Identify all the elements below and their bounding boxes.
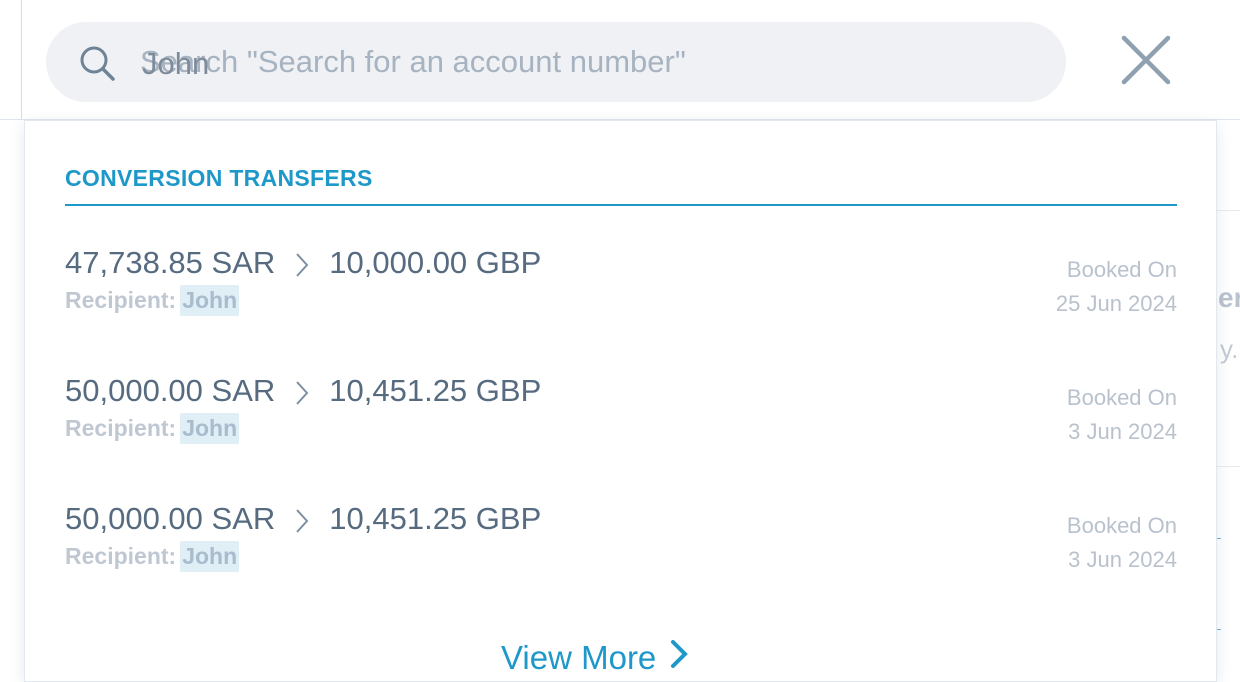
booked-label: Booked On: [1066, 513, 1177, 538]
booked-label: Booked On: [1066, 385, 1177, 410]
from-amount: 50,000.00 SAR: [65, 373, 276, 408]
from-amount: 50,000.00 SAR: [65, 501, 276, 536]
section-title: CONVERSION TRANSFERS: [65, 165, 373, 191]
chevron-right-icon: [295, 378, 309, 405]
recipient-line: Recipient: John: [65, 541, 240, 572]
recipient-label: Recipient:: [65, 543, 177, 569]
transfer-result-row[interactable]: 50,000.00 SAR 10,451.25 GBP Recipient: J…: [65, 499, 1177, 599]
to-amount: 10,451.25 GBP: [329, 373, 542, 408]
divider-vertical: [21, 0, 22, 120]
recipient-name: John: [180, 541, 240, 572]
booked-date: 25 Jun 2024: [1055, 291, 1177, 316]
amount-line: 50,000.00 SAR 10,451.25 GBP: [65, 499, 541, 539]
search-icon: [78, 44, 116, 82]
amount-line: 47,738.85 SAR 10,000.00 GBP: [65, 243, 541, 283]
recipient-name: John: [180, 413, 240, 444]
chevron-right-icon: [295, 250, 309, 277]
from-amount: 47,738.85 SAR: [65, 245, 276, 280]
background-heading-fragment: er: [1218, 282, 1240, 313]
recipient-name: John: [180, 285, 240, 316]
booked-info: Booked On 3 Jun 2024: [1067, 509, 1177, 577]
chevron-right-icon: [295, 506, 309, 533]
recipient-label: Recipient:: [65, 287, 177, 313]
booked-label: Booked On: [1066, 257, 1177, 282]
booked-date: 3 Jun 2024: [1068, 419, 1177, 444]
view-more-label: View More: [501, 639, 657, 676]
recipient-line: Recipient: John: [65, 413, 240, 444]
close-button[interactable]: [1118, 32, 1174, 88]
amount-line: 50,000.00 SAR 10,451.25 GBP: [65, 371, 541, 411]
view-more-link[interactable]: View More: [501, 639, 689, 677]
to-amount: 10,451.25 GBP: [329, 501, 542, 536]
recipient-label: Recipient:: [65, 415, 177, 441]
search-bar: John: [46, 22, 1066, 102]
search-results-dropdown: CONVERSION TRANSFERS 47,738.85 SAR 10,00…: [24, 120, 1217, 682]
booked-date: 3 Jun 2024: [1068, 547, 1177, 572]
to-amount: 10,000.00 GBP: [329, 245, 542, 280]
search-input[interactable]: [140, 38, 1020, 86]
recipient-line: Recipient: John: [65, 285, 240, 316]
booked-info: Booked On 3 Jun 2024: [1067, 381, 1177, 449]
section-divider: [65, 204, 1177, 206]
transfer-result-row[interactable]: 50,000.00 SAR 10,451.25 GBP Recipient: J…: [65, 371, 1177, 471]
close-icon: [1118, 35, 1174, 92]
booked-info: Booked On 25 Jun 2024: [1056, 253, 1177, 321]
chevron-right-icon: [656, 639, 689, 677]
background-text-fragment: y.: [1220, 334, 1239, 364]
transfer-result-row[interactable]: 47,738.85 SAR 10,000.00 GBP Recipient: J…: [65, 243, 1177, 343]
